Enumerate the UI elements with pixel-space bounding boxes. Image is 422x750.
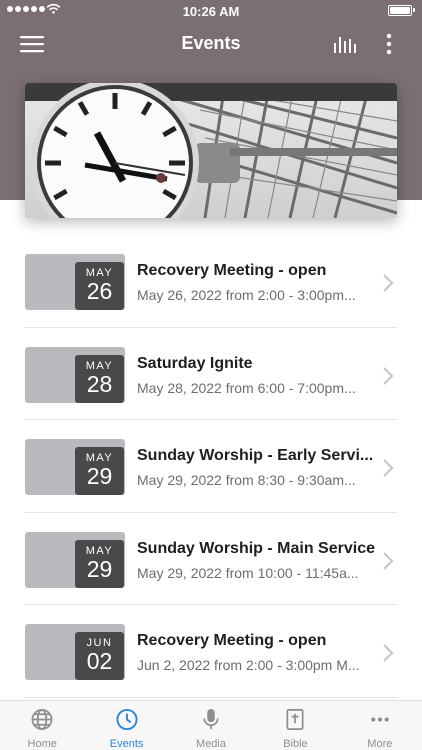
microphone-icon bbox=[203, 709, 219, 730]
event-title: Sunday Worship - Main Service bbox=[137, 539, 375, 557]
bible-icon bbox=[286, 709, 304, 730]
status-time: 10:26 AM bbox=[182, 4, 240, 19]
chart-button[interactable] bbox=[327, 22, 363, 66]
event-row[interactable]: MAY 29 Sunday Worship - Early Servi... M… bbox=[0, 420, 422, 513]
event-month: MAY bbox=[85, 359, 114, 372]
event-subtitle: May 29, 2022 from 10:00 - 11:45a... bbox=[137, 564, 359, 581]
event-day: 29 bbox=[86, 463, 113, 490]
event-title: Sunday Worship - Early Servi... bbox=[137, 447, 374, 465]
tab-events[interactable]: Events bbox=[84, 701, 168, 750]
event-day: 28 bbox=[86, 370, 113, 397]
event-list: MAY 26 Recovery Meeting - open May 26, 2… bbox=[0, 235, 422, 698]
tab-label: More bbox=[367, 738, 393, 750]
globe-icon bbox=[31, 709, 53, 730]
event-subtitle: Jun 2, 2022 from 2:00 - 3:00pm M... bbox=[137, 657, 360, 674]
event-day: 29 bbox=[86, 555, 113, 582]
chevron-right-icon bbox=[383, 459, 394, 477]
event-subtitle: May 28, 2022 from 6:00 - 7:00pm... bbox=[137, 379, 356, 396]
chevron-right-icon bbox=[383, 366, 394, 385]
event-row[interactable]: MAY 29 Sunday Worship - Main Service May… bbox=[0, 513, 422, 606]
tab-label: Home bbox=[27, 738, 57, 750]
event-title: Recovery Meeting - open bbox=[137, 632, 327, 650]
event-subtitle: May 29, 2022 from 8:30 - 9:30am... bbox=[137, 472, 356, 489]
tab-home[interactable]: Home bbox=[0, 701, 84, 750]
event-month: MAY bbox=[85, 544, 114, 557]
clock-icon bbox=[116, 708, 138, 731]
event-title: Recovery Meeting - open bbox=[137, 262, 327, 279]
tab-label: Bible bbox=[283, 738, 308, 750]
event-day: 02 bbox=[86, 648, 113, 675]
event-subtitle: May 26, 2022 from 2:00 - 3:00pm... bbox=[137, 287, 356, 303]
event-row[interactable]: JUN 02 Recovery Meeting - open Jun 2, 20… bbox=[0, 605, 422, 698]
more-horizontal-icon bbox=[371, 717, 389, 722]
tab-bible[interactable]: Bible bbox=[253, 701, 337, 750]
chevron-right-icon bbox=[383, 552, 394, 570]
tab-label: Media bbox=[196, 738, 226, 750]
hero-image bbox=[25, 83, 397, 218]
event-row[interactable]: MAY 28 Saturday Ignite May 28, 2022 from… bbox=[0, 328, 422, 421]
tab-label: Events bbox=[109, 738, 144, 750]
event-row[interactable]: MAY 26 Recovery Meeting - open May 26, 2… bbox=[0, 235, 422, 328]
event-date-badge: MAY 26 bbox=[75, 262, 124, 310]
battery-icon bbox=[388, 5, 415, 16]
event-title: Saturday Ignite bbox=[137, 354, 253, 372]
chevron-right-icon bbox=[383, 644, 394, 663]
station-clock-image bbox=[25, 83, 397, 218]
event-date-badge: MAY 29 bbox=[75, 447, 124, 496]
status-bar: 10:26 AM bbox=[0, 0, 422, 22]
more-options-button[interactable] bbox=[372, 22, 406, 66]
tab-bar: Home Events Media Bible More bbox=[0, 700, 422, 750]
event-date-badge: JUN 02 bbox=[75, 632, 124, 681]
chevron-right-icon bbox=[383, 274, 394, 292]
more-vertical-icon bbox=[386, 33, 392, 55]
nav-bar: Events bbox=[0, 22, 422, 66]
event-date-badge: MAY 28 bbox=[75, 354, 124, 403]
tab-media[interactable]: Media bbox=[169, 701, 253, 750]
tab-more[interactable]: More bbox=[338, 701, 422, 750]
event-day: 26 bbox=[86, 278, 113, 304]
bar-chart-icon bbox=[334, 37, 356, 53]
event-date-badge: MAY 29 bbox=[75, 539, 124, 588]
